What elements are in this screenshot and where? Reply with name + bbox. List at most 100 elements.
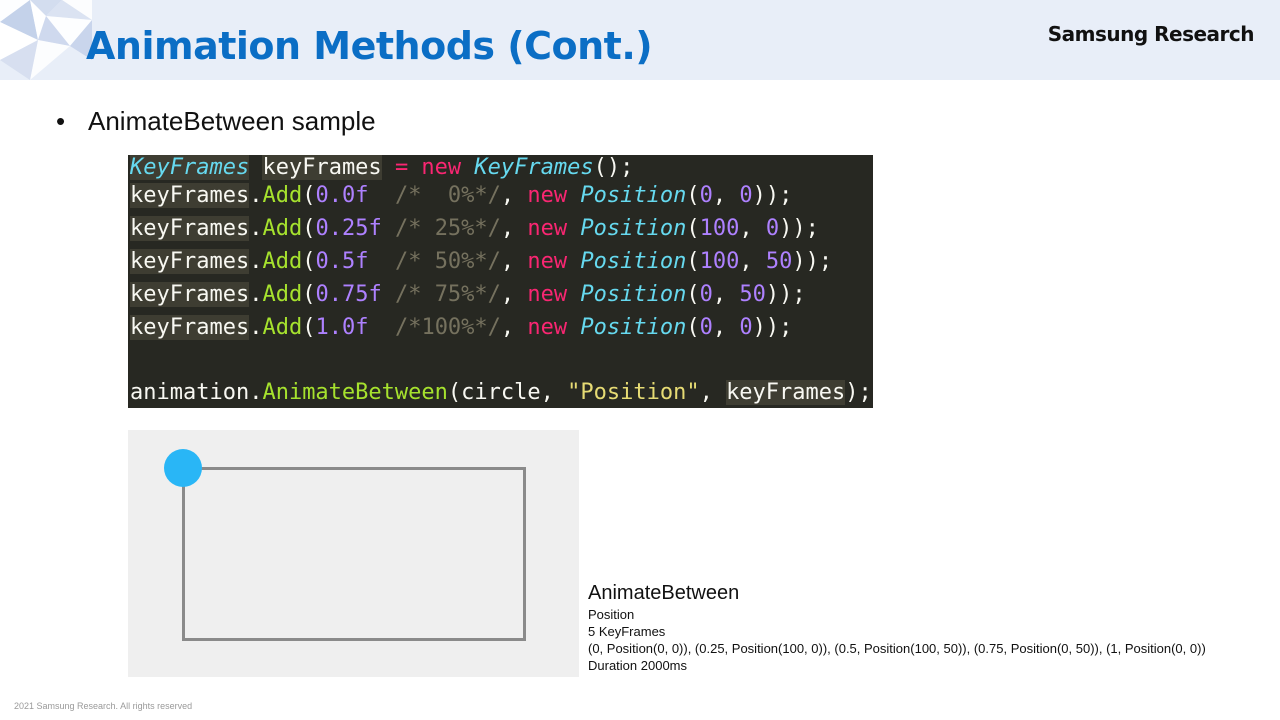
code-token-punct: , [712,282,740,307]
code-token-punct: )); [752,315,793,340]
code-token-number: 50 [765,249,793,274]
code-token-punct: ( [302,249,316,274]
code-token-function: Add [262,282,303,307]
code-token-number: 0 [699,282,713,307]
code-token-identifier: animation. [130,380,263,405]
code-token-punct: , [699,380,727,405]
animation-path-rectangle [182,467,526,641]
code-token-type: Position [580,183,687,208]
code-token-keyword: new [527,216,568,241]
code-token-punct: , [500,282,528,307]
brand-logo-text: Samsung Research [1047,22,1255,46]
code-token-punct: ( [686,216,700,241]
code-token-punct: ( [686,183,700,208]
code-token-punct: ( [686,315,700,340]
triangle-pattern-decoration [0,0,92,80]
code-token-number: 50 [739,282,766,307]
code-line-1: KeyFrames keyFrames = new KeyFrames(); [130,155,633,183]
code-token-comment: /* 50%*/ [394,249,501,274]
code-token-identifier: keyFrames [130,216,250,241]
info-keyframe-count: 5 KeyFrames [588,624,666,639]
code-token-number: 0 [739,315,753,340]
code-token-identifier: keyFrames [130,282,250,307]
code-token-punct: , [712,183,740,208]
animated-circle [164,449,202,487]
code-line-2: keyFrames.Add(0.0f /* 0%*/, new Position… [130,181,792,211]
code-token-punct: ( [302,216,316,241]
code-token-number: 0 [699,315,713,340]
code-block: KeyFrames keyFrames = new KeyFrames(); k… [128,155,873,408]
footer-copyright: 2021 Samsung Research. All rights reserv… [14,701,193,711]
code-token-type: Position [580,282,687,307]
code-token-punct: )); [752,183,793,208]
code-token-punct: , [739,216,766,241]
code-token-identifier: keyFrames [130,315,250,340]
code-token-function: Add [262,183,303,208]
code-line-5: keyFrames.Add(0.75f /* 75%*/, new Positi… [130,280,806,310]
code-token-comment: /* 25%*/ [394,216,501,241]
page-title: Animation Methods (Cont.) [86,24,653,68]
code-token-punct: (circle, [447,380,568,405]
bullet-text: AnimateBetween sample [88,106,376,136]
code-token-punct: ( [686,282,700,307]
info-keyframe-values: (0, Position(0, 0)), (0.25, Position(100… [588,641,1206,656]
bullet-marker: • [56,106,66,136]
code-token-number: 0 [739,183,753,208]
code-token-number: 0.0f [315,183,369,208]
bullet-item: • AnimateBetween sample [56,104,376,138]
code-token-identifier: keyFrames [726,380,846,405]
code-token-punct: , [739,249,766,274]
code-token-punct: , [500,315,528,340]
code-token-number: 0 [699,183,713,208]
code-line-3: keyFrames.Add(0.25f /* 25%*/, new Positi… [130,214,819,244]
code-token-punct: ( [302,315,316,340]
code-token-number: 0.5f [315,249,369,274]
code-token-identifier: keyFrames [130,183,250,208]
animation-info: AnimateBetween Position 5 KeyFrames (0, … [588,580,1206,674]
code-token-punct: )); [792,249,833,274]
code-token-type: Position [580,249,687,274]
code-token-number: 100 [699,249,740,274]
code-token-function: Add [262,315,303,340]
code-token-type: Position [580,315,687,340]
code-token-punct: )); [779,216,819,241]
code-token-number: 0.75f [315,282,382,307]
code-token-function: Add [262,249,303,274]
code-token-keyword: new [527,249,568,274]
code-token-type: KeyFrames [130,155,250,180]
code-token-punct: . [249,282,263,307]
code-token-punct: . [249,315,263,340]
code-token-number: 0.25f [315,216,382,241]
code-token-function: AnimateBetween [262,380,448,405]
code-token-keyword: = new [394,155,462,180]
code-token-punct: , [500,216,528,241]
code-token-punct: ); [845,380,872,405]
code-token-number: 0 [765,216,780,241]
code-token-comment: /*100%*/ [394,315,501,340]
code-token-punct: ( [302,183,316,208]
code-token-punct: , [500,183,528,208]
code-token-type: Position [580,216,687,241]
code-token-number: 100 [699,216,740,241]
code-token-identifier: keyFrames [262,155,382,180]
info-duration: Duration 2000ms [588,658,687,673]
code-token-punct: )); [765,282,806,307]
code-token-type: KeyFrames [474,155,594,180]
code-line-4: keyFrames.Add(0.5f /* 50%*/, new Positio… [130,247,832,277]
code-token-comment: /* 75%*/ [394,282,501,307]
animation-preview [128,430,579,677]
code-token-string: "Position" [567,380,700,405]
code-token-punct: . [249,216,263,241]
